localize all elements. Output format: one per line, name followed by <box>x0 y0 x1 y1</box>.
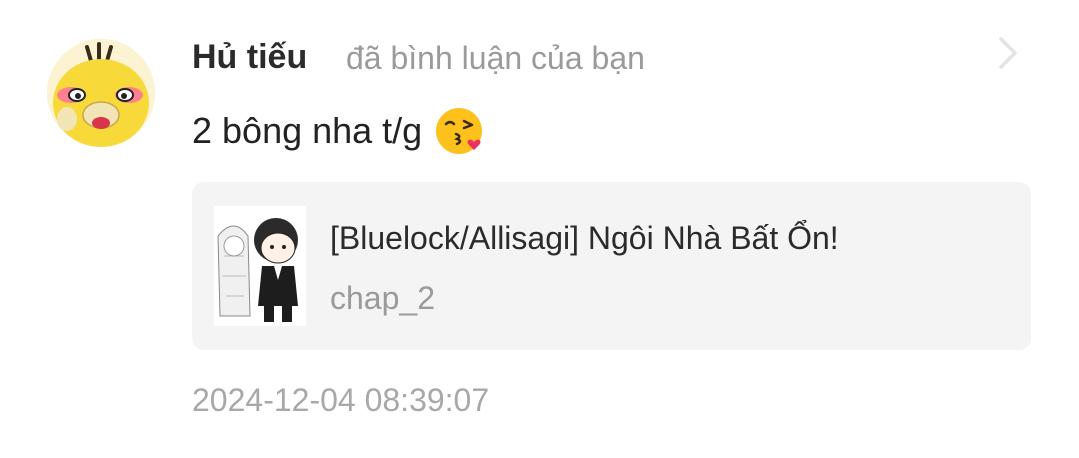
story-card[interactable]: [Bluelock/Allisagi] Ngôi Nhà Bất Ổn! cha… <box>192 182 1031 350</box>
comment-timestamp: 2024-12-04 08:39:07 <box>192 382 490 418</box>
avatar[interactable] <box>47 39 155 147</box>
story-cover-image <box>214 206 306 326</box>
kissing-face-emoji-icon <box>436 108 483 154</box>
duck-avatar-image <box>47 39 155 147</box>
comment-action-text: đã bình luận của bạn <box>346 40 645 76</box>
commenter-username[interactable]: Hủ tiếu <box>192 36 307 78</box>
chevron-right-icon[interactable] <box>994 36 1022 70</box>
story-chapter: chap_2 <box>330 280 435 316</box>
comment-text: 2 bông nha t/g <box>192 110 423 151</box>
comment-body: 2 bông nha t/g <box>192 106 484 156</box>
story-title: [Bluelock/Allisagi] Ngôi Nhà Bất Ổn! <box>330 220 839 256</box>
